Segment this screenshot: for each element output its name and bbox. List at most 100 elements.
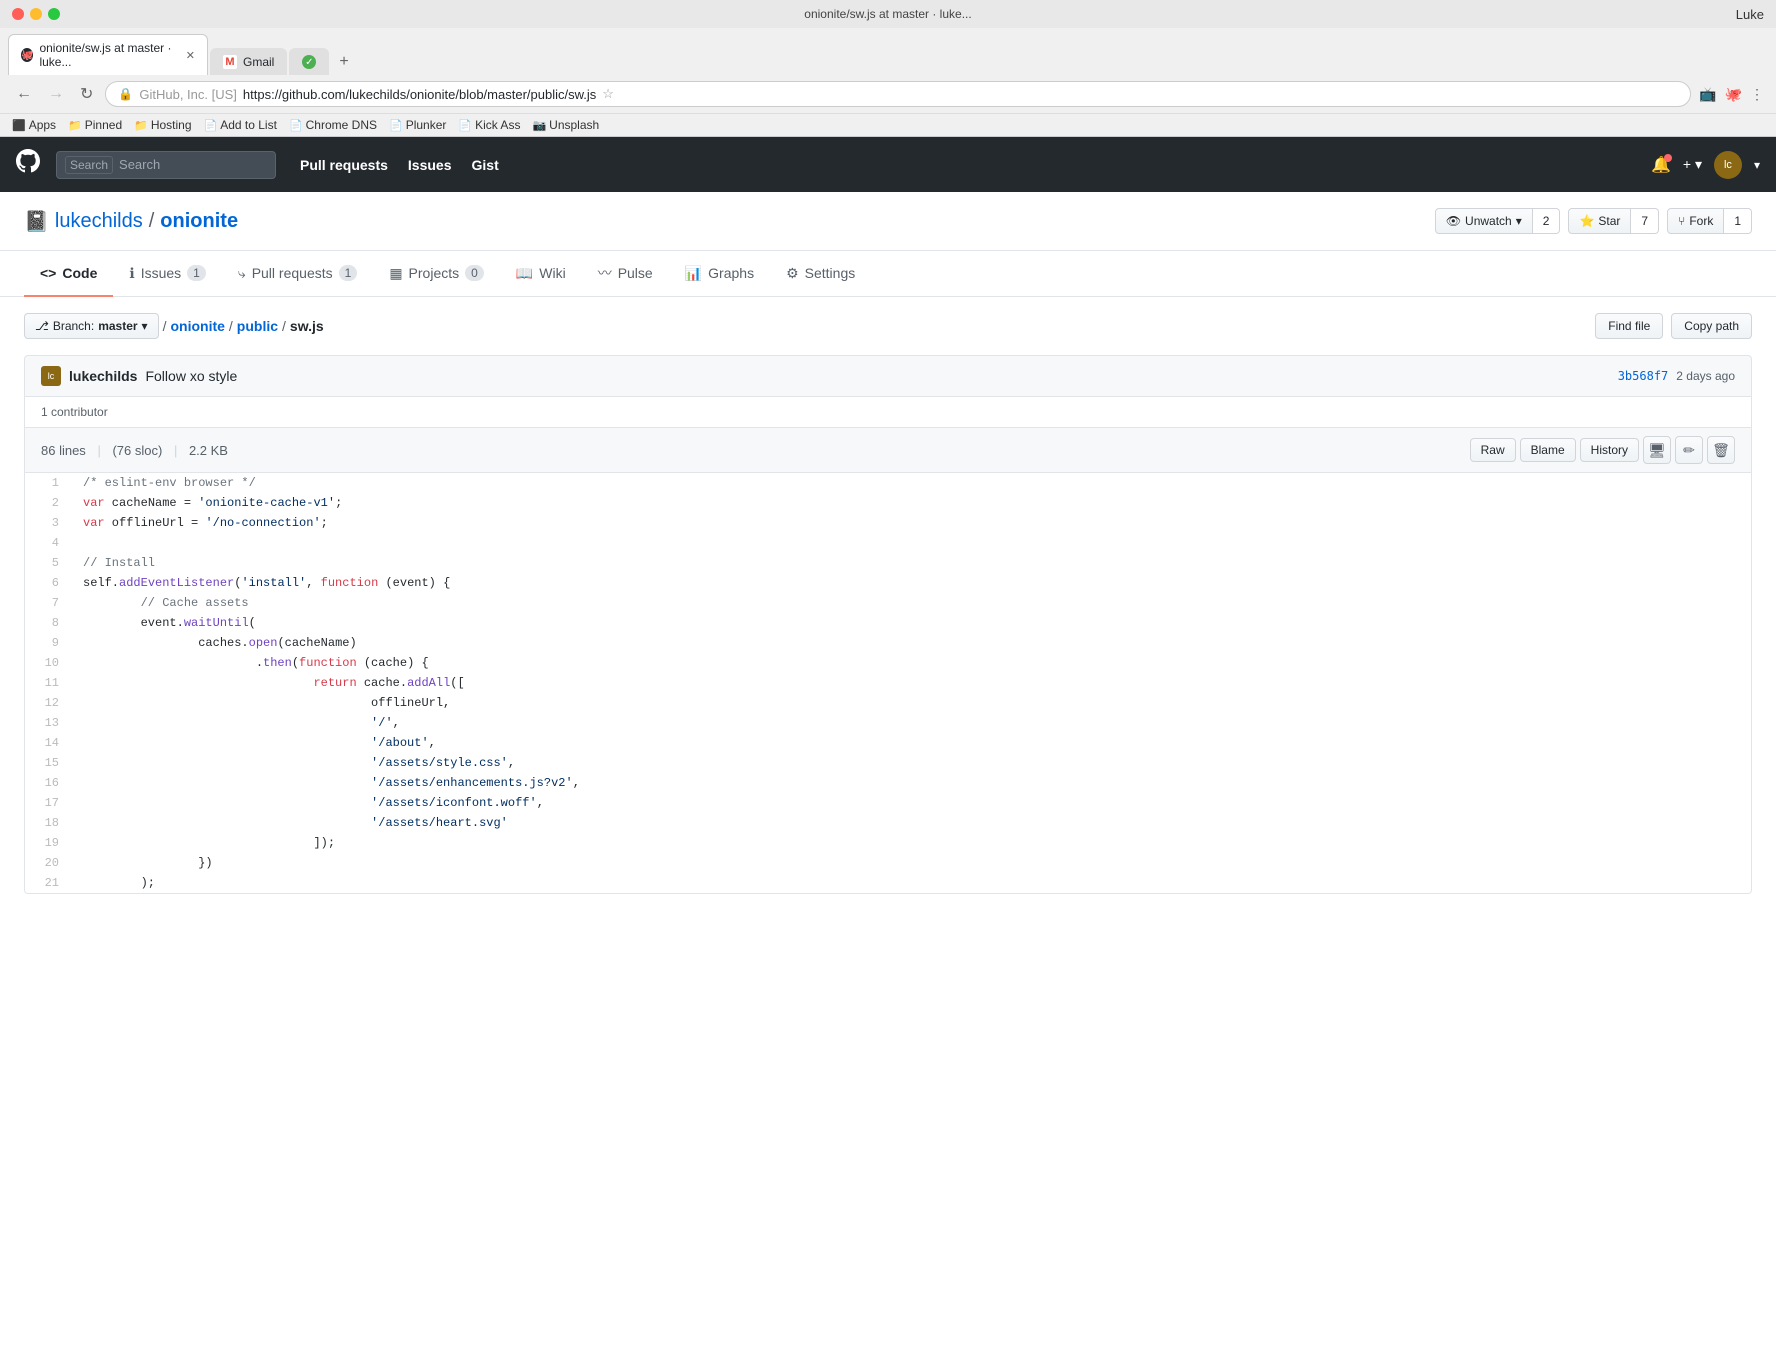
line-number[interactable]: 8 bbox=[25, 613, 75, 633]
commit-sha[interactable]: 3b568f7 bbox=[1618, 369, 1669, 383]
line-code: /* eslint-env browser */ bbox=[75, 473, 1751, 493]
tab-gmail[interactable]: M Gmail bbox=[210, 48, 287, 75]
tab-pulse[interactable]: 〰 Pulse bbox=[582, 251, 669, 297]
close-button[interactable] bbox=[12, 8, 24, 20]
line-code: .then(function (cache) { bbox=[75, 653, 1751, 673]
nav-gist[interactable]: Gist bbox=[472, 157, 499, 173]
branch-selector[interactable]: ⎇ Branch: master ▾ bbox=[24, 313, 159, 339]
tab-bar: 🐙 onionite/sw.js at master · luke... ✕ M… bbox=[0, 28, 1776, 75]
line-number[interactable]: 13 bbox=[25, 713, 75, 733]
bookmark-apps[interactable]: ⬛ Apps bbox=[12, 118, 56, 132]
line-number[interactable]: 4 bbox=[25, 533, 75, 553]
github-page: Search Search Pull requests Issues Gist … bbox=[0, 137, 1776, 894]
line-number[interactable]: 10 bbox=[25, 653, 75, 673]
notification-bell[interactable]: 🔔 bbox=[1651, 155, 1671, 175]
bookmark-plunker[interactable]: 📄 Plunker bbox=[389, 118, 446, 132]
line-number[interactable]: 11 bbox=[25, 673, 75, 693]
user-avatar[interactable]: lc bbox=[1714, 151, 1742, 179]
code-line: 3 var offlineUrl = '/no-connection'; bbox=[25, 513, 1751, 533]
create-button[interactable]: + ▾ bbox=[1683, 156, 1702, 173]
repo-name-link[interactable]: onionite bbox=[160, 210, 238, 233]
line-number[interactable]: 18 bbox=[25, 813, 75, 833]
unwatch-count[interactable]: 2 bbox=[1533, 208, 1561, 234]
bookmark-hosting[interactable]: 📁 Hosting bbox=[134, 118, 191, 132]
back-button[interactable]: ← bbox=[12, 83, 36, 105]
line-number[interactable]: 2 bbox=[25, 493, 75, 513]
new-tab-button[interactable]: + bbox=[331, 49, 356, 75]
delete-button[interactable]: 🗑 bbox=[1707, 436, 1735, 464]
bookmark-addtolist-label: Add to List bbox=[220, 118, 277, 132]
tab-pulls[interactable]: ⤷ Pull requests 1 bbox=[222, 251, 373, 297]
line-number[interactable]: 6 bbox=[25, 573, 75, 593]
reload-button[interactable]: ↻ bbox=[76, 82, 97, 106]
path-repo[interactable]: onionite bbox=[170, 318, 224, 334]
line-number[interactable]: 3 bbox=[25, 513, 75, 533]
apps-icon: ⬛ bbox=[12, 119, 26, 132]
line-number[interactable]: 1 bbox=[25, 473, 75, 493]
issues-badge: 1 bbox=[187, 265, 206, 281]
nav-pullrequests[interactable]: Pull requests bbox=[300, 157, 388, 173]
cast-button[interactable]: 📺 bbox=[1699, 86, 1716, 103]
line-code: '/assets/iconfont.woff', bbox=[75, 793, 1751, 813]
tab-projects[interactable]: ▦ Projects 0 bbox=[373, 251, 500, 297]
tab-close-button[interactable]: ✕ bbox=[186, 49, 195, 62]
bookmark-pinned[interactable]: 📁 Pinned bbox=[68, 118, 122, 132]
line-number[interactable]: 5 bbox=[25, 553, 75, 573]
avatar-chevron[interactable]: ▾ bbox=[1754, 158, 1760, 172]
commit-author-avatar[interactable]: lc bbox=[41, 366, 61, 386]
copy-path-button[interactable]: Copy path bbox=[1671, 313, 1752, 339]
line-number[interactable]: 19 bbox=[25, 833, 75, 853]
line-code: '/', bbox=[75, 713, 1751, 733]
line-number[interactable]: 16 bbox=[25, 773, 75, 793]
fork-button[interactable]: ⑂ Fork bbox=[1667, 208, 1724, 234]
bookmark-unsplash[interactable]: 📷 Unsplash bbox=[532, 118, 599, 132]
star-button[interactable]: ⭐ Star bbox=[1568, 208, 1631, 234]
bookmark-chromedns[interactable]: 📄 Chrome DNS bbox=[289, 118, 377, 132]
repo-owner-link[interactable]: lukechilds bbox=[55, 210, 143, 233]
bookmark-icon[interactable]: ☆ bbox=[602, 86, 614, 102]
fork-count[interactable]: 1 bbox=[1724, 208, 1752, 234]
desktop-button[interactable]: 🖥 bbox=[1643, 436, 1671, 464]
line-number[interactable]: 15 bbox=[25, 753, 75, 773]
raw-button[interactable]: Raw bbox=[1470, 438, 1516, 462]
line-number[interactable]: 12 bbox=[25, 693, 75, 713]
line-number[interactable]: 7 bbox=[25, 593, 75, 613]
line-number[interactable]: 20 bbox=[25, 853, 75, 873]
address-input[interactable]: 🔒 GitHub, Inc. [US] https://github.com/l… bbox=[105, 81, 1691, 107]
bookmark-addtolist[interactable]: 📄 Add to List bbox=[204, 118, 277, 132]
nav-issues[interactable]: Issues bbox=[408, 157, 452, 173]
menu-button[interactable]: ⋮ bbox=[1750, 86, 1764, 103]
commit-meta: 3b568f7 2 days ago bbox=[1618, 369, 1735, 383]
minimize-button[interactable] bbox=[30, 8, 42, 20]
star-count[interactable]: 7 bbox=[1631, 208, 1659, 234]
unwatch-button[interactable]: 👁 Unwatch ▾ bbox=[1435, 208, 1533, 234]
bookmark-kickass[interactable]: 📄 Kick Ass bbox=[458, 118, 520, 132]
line-code: var offlineUrl = '/no-connection'; bbox=[75, 513, 1751, 533]
gh-logo[interactable] bbox=[16, 149, 40, 180]
tab-code[interactable]: <> Code bbox=[24, 251, 113, 297]
forward-button[interactable]: → bbox=[44, 83, 68, 105]
tab-settings[interactable]: ⚙ Settings bbox=[770, 251, 871, 297]
gh-extensions-button[interactable]: 🐙 bbox=[1725, 86, 1742, 103]
contributor-bar: 1 contributor bbox=[24, 397, 1752, 428]
tab-active[interactable]: 🐙 onionite/sw.js at master · luke... ✕ bbox=[8, 34, 208, 75]
line-number[interactable]: 14 bbox=[25, 733, 75, 753]
tab-green[interactable]: ✓ bbox=[289, 48, 329, 75]
history-button[interactable]: History bbox=[1580, 438, 1639, 462]
commit-author-name[interactable]: lukechilds bbox=[69, 368, 137, 384]
tab-wiki[interactable]: 📖 Wiki bbox=[500, 251, 582, 297]
find-file-button[interactable]: Find file bbox=[1595, 313, 1663, 339]
edit-button[interactable]: ✏ bbox=[1675, 436, 1703, 464]
blame-button[interactable]: Blame bbox=[1520, 438, 1576, 462]
maximize-button[interactable] bbox=[48, 8, 60, 20]
line-number[interactable]: 21 bbox=[25, 873, 75, 893]
gh-search[interactable]: Search Search bbox=[56, 151, 276, 179]
path-folder[interactable]: public bbox=[237, 318, 278, 334]
star-icon: ⭐ bbox=[1579, 214, 1594, 228]
line-number[interactable]: 17 bbox=[25, 793, 75, 813]
tab-issues[interactable]: ℹ Issues 1 bbox=[113, 251, 221, 297]
window-controls[interactable] bbox=[12, 8, 60, 20]
repo-header: 📓 lukechilds / onionite 👁 Unwatch ▾ 2 ⭐ … bbox=[0, 192, 1776, 251]
line-number[interactable]: 9 bbox=[25, 633, 75, 653]
tab-graphs[interactable]: 📊 Graphs bbox=[669, 251, 770, 297]
